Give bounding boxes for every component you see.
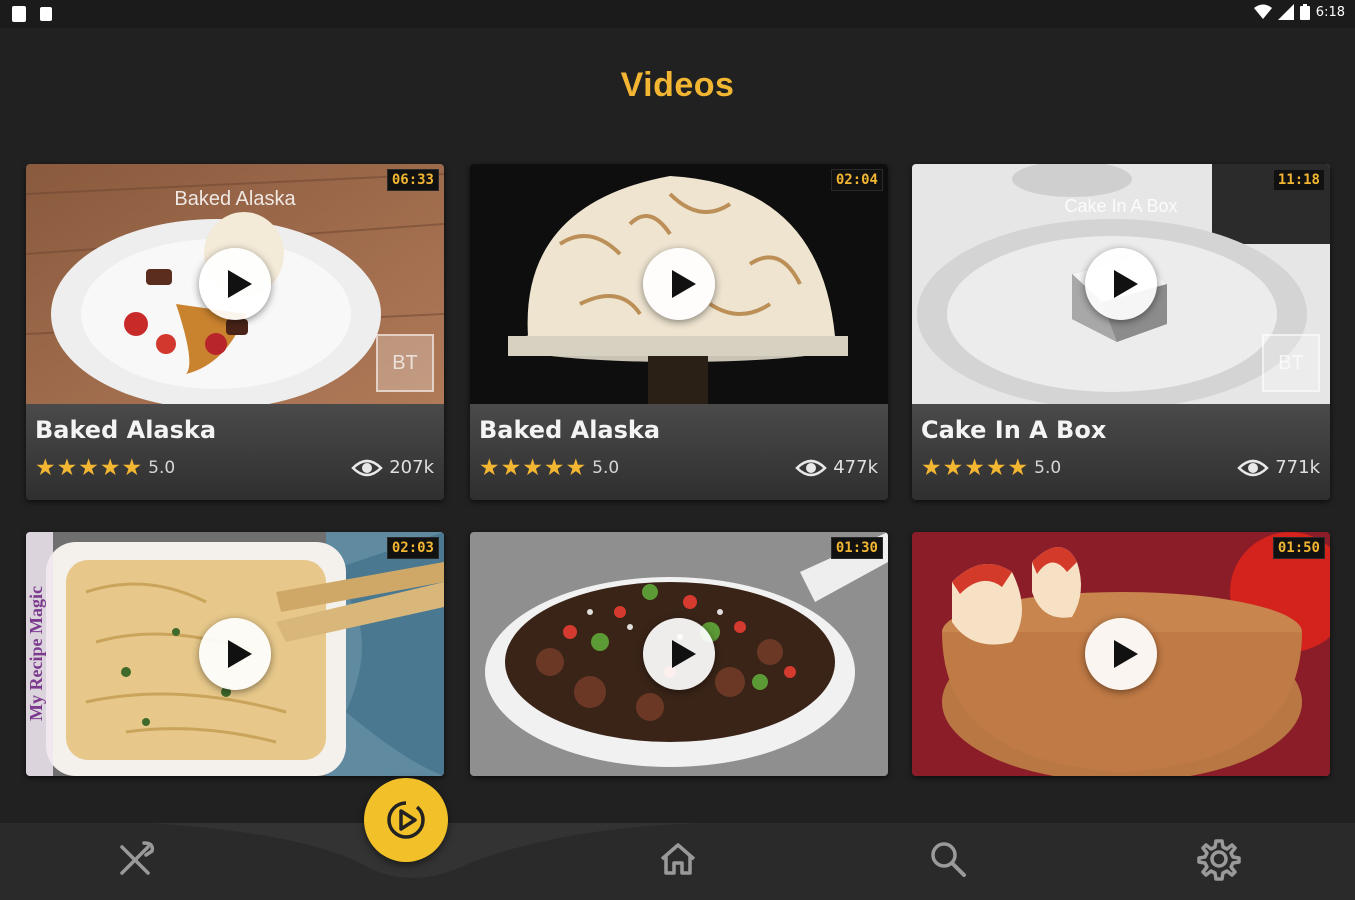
page-title: Videos xyxy=(620,66,735,104)
play-button[interactable] xyxy=(199,618,271,690)
video-info: Cake In A Box ★ ★ ★ ★ ★ 5.0 771k xyxy=(912,404,1330,500)
signal-icon xyxy=(1277,4,1294,20)
play-button[interactable] xyxy=(643,248,715,320)
play-circle-icon xyxy=(387,801,425,839)
status-bar: 6:18 xyxy=(0,0,1355,28)
video-thumbnail[interactable]: My Recipe Magic 02:03 xyxy=(26,532,444,776)
battery-icon xyxy=(1299,4,1310,20)
thumbnail-overlay-text: Baked Alaska xyxy=(174,188,296,210)
video-rating: ★ ★ ★ ★ ★ 5.0 xyxy=(921,456,1061,480)
star-icon: ★ xyxy=(964,455,985,481)
eye-icon xyxy=(351,459,383,476)
channel-branding: My Recipe Magic xyxy=(26,532,53,776)
video-duration: 02:03 xyxy=(386,537,439,559)
video-duration: 06:33 xyxy=(386,169,439,191)
status-notifications xyxy=(12,6,52,22)
video-views: 771k xyxy=(1237,457,1320,478)
thumbnail-overlay-text: Cake In A Box xyxy=(1064,196,1178,216)
video-info: Baked Alaska ★ ★ ★ ★ ★ 5.0 207k xyxy=(26,404,444,500)
star-icon: ★ xyxy=(565,455,587,481)
rating-value: 5.0 xyxy=(592,458,620,478)
nav-settings[interactable] xyxy=(1197,837,1241,881)
nav-videos[interactable] xyxy=(364,778,448,862)
star-icon: ★ xyxy=(121,455,143,481)
video-title: Baked Alaska xyxy=(35,416,217,444)
star-icon: ★ xyxy=(1007,455,1029,481)
view-count: 771k xyxy=(1275,457,1320,478)
star-icon: ★ xyxy=(99,455,121,481)
video-card[interactable]: Cake In A Box BT 11:18 Cake In A Box ★ ★… xyxy=(912,164,1330,500)
video-thumbnail[interactable]: Baked Alaska BT 06:33 xyxy=(26,164,444,404)
clipboard-icon xyxy=(12,6,26,22)
video-thumbnail[interactable]: 01:30 xyxy=(470,532,888,776)
nav-recipes[interactable] xyxy=(114,837,158,881)
video-duration: 02:04 xyxy=(830,169,883,191)
star-icon: ★ xyxy=(543,455,565,481)
nav-search[interactable] xyxy=(926,837,970,881)
sd-card-icon xyxy=(40,7,52,21)
gear-icon xyxy=(1197,839,1241,881)
video-card[interactable]: Baked Alaska BT 06:33 Baked Alaska ★ ★ ★… xyxy=(26,164,444,500)
status-time: 6:18 xyxy=(1315,4,1345,20)
video-card[interactable]: 01:30 xyxy=(470,532,888,776)
view-count: 207k xyxy=(389,457,434,478)
video-card[interactable]: 01:50 xyxy=(912,532,1330,776)
nav-home[interactable] xyxy=(656,837,700,881)
star-icon: ★ xyxy=(479,455,500,481)
watermark-logo: BT xyxy=(1262,334,1320,392)
play-button[interactable] xyxy=(199,248,271,320)
play-button[interactable] xyxy=(643,618,715,690)
video-rating: ★ ★ ★ ★ ★ 5.0 xyxy=(479,456,619,480)
search-icon xyxy=(931,842,966,877)
star-icon: ★ xyxy=(985,455,1007,481)
video-duration: 01:30 xyxy=(830,537,883,559)
video-duration: 11:18 xyxy=(1272,169,1325,191)
rating-value: 5.0 xyxy=(148,458,176,478)
video-views: 207k xyxy=(351,457,434,478)
rating-value: 5.0 xyxy=(1034,458,1062,478)
star-icon: ★ xyxy=(500,455,522,481)
fork-knife-icon xyxy=(120,841,155,875)
star-icon: ★ xyxy=(942,455,964,481)
video-thumbnail[interactable]: 02:04 xyxy=(470,164,888,404)
star-icon: ★ xyxy=(35,455,56,481)
video-title: Cake In A Box xyxy=(921,416,1107,444)
home-icon xyxy=(660,843,696,875)
video-thumbnail[interactable]: 01:50 xyxy=(912,532,1330,776)
star-icon: ★ xyxy=(78,455,99,481)
video-card[interactable]: 02:04 Baked Alaska ★ ★ ★ ★ ★ 5.0 477k xyxy=(470,164,888,500)
video-card[interactable]: My Recipe Magic 02:03 xyxy=(26,532,444,776)
star-icon: ★ xyxy=(56,455,78,481)
video-duration: 01:50 xyxy=(1272,537,1325,559)
status-indicators: 6:18 xyxy=(1253,4,1345,20)
eye-icon xyxy=(795,459,827,476)
video-thumbnail[interactable]: Cake In A Box BT 11:18 xyxy=(912,164,1330,404)
video-rating: ★ ★ ★ ★ ★ 5.0 xyxy=(35,456,175,480)
video-info: Baked Alaska ★ ★ ★ ★ ★ 5.0 477k xyxy=(470,404,888,500)
play-button[interactable] xyxy=(1085,248,1157,320)
video-grid: Baked Alaska BT 06:33 Baked Alaska ★ ★ ★… xyxy=(26,164,1332,776)
view-count: 477k xyxy=(833,457,878,478)
wifi-icon xyxy=(1253,4,1272,19)
play-button[interactable] xyxy=(1085,618,1157,690)
eye-icon xyxy=(1237,459,1269,476)
video-title: Baked Alaska xyxy=(479,416,661,444)
video-views: 477k xyxy=(795,457,878,478)
star-icon: ★ xyxy=(921,455,942,481)
star-icon: ★ xyxy=(522,455,543,481)
watermark-logo: BT xyxy=(376,334,434,392)
